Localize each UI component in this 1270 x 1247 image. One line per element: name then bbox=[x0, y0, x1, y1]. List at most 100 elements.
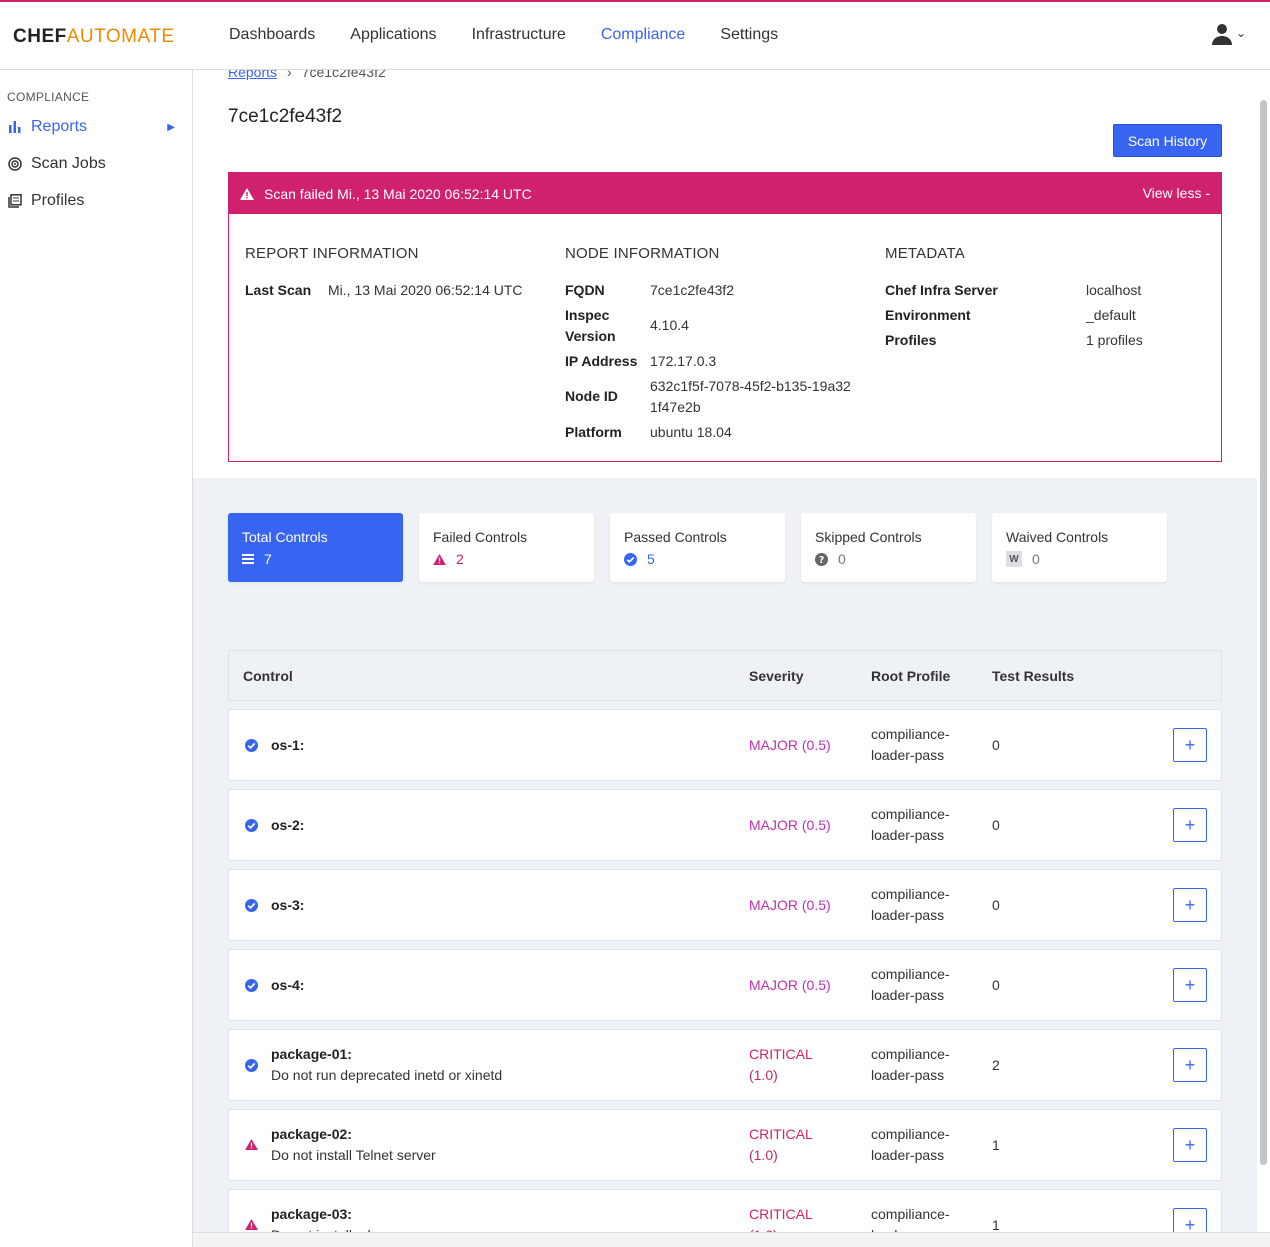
metadata: METADATA Chef Infra Server localhost Env… bbox=[885, 245, 1205, 360]
horizontal-scrollbar-track[interactable] bbox=[193, 1232, 1270, 1247]
node-id-value: 632c1f5f-7078-45f2-b135-19a32 1f47e2b bbox=[650, 378, 851, 415]
passed-controls-label: Passed Controls bbox=[624, 529, 727, 545]
severity-cell: MAJOR (0.5) bbox=[749, 976, 831, 993]
control-id: package-01: bbox=[271, 1046, 352, 1062]
scan-history-button[interactable]: Scan History bbox=[1113, 124, 1222, 157]
control-id: package-03: bbox=[271, 1206, 352, 1222]
inspec-label: Inspec Version bbox=[565, 307, 616, 344]
svg-text:?: ? bbox=[819, 555, 824, 566]
expand-row-button[interactable]: + bbox=[1173, 1048, 1207, 1082]
control-id: os-3: bbox=[271, 896, 305, 913]
user-menu[interactable]: ⌄ bbox=[1210, 22, 1250, 50]
failed-controls-card[interactable]: Failed Controls 2 bbox=[419, 513, 594, 582]
caret-right-icon: ▶ bbox=[167, 121, 175, 133]
main-nav: Dashboards Applications Infrastructure C… bbox=[229, 26, 813, 44]
test-results-cell: 0 bbox=[992, 897, 1000, 913]
top-navbar: CHEFAUTOMATE Dashboards Applications Inf… bbox=[0, 2, 1270, 70]
control-id: os-4: bbox=[271, 976, 305, 993]
chef-infra-server-label: Chef Infra Server bbox=[885, 282, 998, 298]
table-row[interactable]: os-1: MAJOR (0.5) compiliance-loader-pass 0… bbox=[228, 709, 1222, 781]
sidebar: COMPLIANCE Reports ▶ Scan Jobs Profiles bbox=[0, 70, 193, 1247]
nav-compliance[interactable]: Compliance bbox=[601, 26, 685, 44]
skipped-controls-value: 0 bbox=[838, 551, 846, 567]
radar-icon bbox=[7, 156, 23, 172]
skipped-controls-label: Skipped Controls bbox=[815, 529, 922, 545]
nav-settings[interactable]: Settings bbox=[720, 26, 778, 44]
check-circle-icon bbox=[245, 739, 258, 752]
main-content: Reports › 7ce1c2fe43f2 7ce1c2fe43f2 Scan H… bbox=[193, 70, 1257, 1247]
environment-label: Environment bbox=[885, 307, 971, 323]
skipped-controls-card[interactable]: Skipped Controls ? 0 bbox=[801, 513, 976, 582]
scan-failed-panel: Scan failed Mi., 13 Mai 2020 06:52:14 UT… bbox=[228, 172, 1222, 462]
nav-infrastructure[interactable]: Infrastructure bbox=[472, 26, 566, 44]
page-title: 7ce1c2fe43f2 bbox=[228, 106, 343, 127]
vertical-scrollbar[interactable] bbox=[1260, 100, 1267, 1165]
sidebar-item-reports[interactable]: Reports ▶ bbox=[7, 115, 187, 139]
expand-row-button[interactable]: + bbox=[1173, 1128, 1207, 1162]
last-scan-label: Last Scan bbox=[245, 282, 312, 298]
column-severity[interactable]: Severity bbox=[749, 668, 803, 684]
scan-failed-banner: Scan failed Mi., 13 Mai 2020 06:52:14 UT… bbox=[229, 173, 1221, 214]
breadcrumb-reports-link[interactable]: Reports bbox=[228, 70, 277, 80]
fqdn-label: FQDN bbox=[565, 282, 605, 298]
profiles-label: Profiles bbox=[885, 332, 937, 348]
table-row[interactable]: os-2: MAJOR (0.5) compiliance-loader-pass 0… bbox=[228, 789, 1222, 861]
passed-controls-value: 5 bbox=[647, 551, 655, 567]
total-controls-label: Total Controls bbox=[242, 529, 328, 545]
sidebar-item-scan-jobs[interactable]: Scan Jobs bbox=[7, 152, 187, 176]
warning-icon bbox=[433, 553, 446, 565]
table-row[interactable]: os-3: MAJOR (0.5) compiliance-loader-pass 0… bbox=[228, 869, 1222, 941]
control-cell: package-01: Do not run deprecated inetd o… bbox=[271, 1030, 502, 1100]
expand-row-button[interactable]: + bbox=[1173, 968, 1207, 1002]
severity-cell: CRITICAL(1.0) bbox=[749, 1126, 813, 1163]
sidebar-item-label: Scan Jobs bbox=[31, 155, 106, 172]
column-control[interactable]: Control bbox=[243, 668, 293, 684]
test-results-cell: 0 bbox=[992, 737, 1000, 753]
view-less-toggle[interactable]: View less - bbox=[1143, 185, 1210, 201]
severity-cell: MAJOR (0.5) bbox=[749, 816, 831, 833]
check-circle-icon bbox=[245, 899, 258, 912]
sidebar-item-profiles[interactable]: Profiles bbox=[7, 189, 187, 213]
waived-controls-label: Waived Controls bbox=[1006, 529, 1109, 545]
chevron-down-icon: ⌄ bbox=[1236, 26, 1247, 40]
expand-row-button[interactable]: + bbox=[1173, 888, 1207, 922]
control-cell: os-2: bbox=[271, 790, 304, 860]
list-icon bbox=[242, 554, 254, 564]
control-id: os-1: bbox=[271, 736, 305, 753]
bar-chart-icon bbox=[7, 119, 23, 135]
test-results-cell: 1 bbox=[992, 1137, 1000, 1153]
check-circle-icon bbox=[245, 819, 258, 832]
node-information: NODE INFORMATION FQDN 7ce1c2fe43f2 Inspe… bbox=[565, 245, 875, 460]
test-results-cell: 2 bbox=[992, 1057, 1000, 1073]
control-id: os-2: bbox=[271, 816, 305, 833]
sidebar-heading: COMPLIANCE bbox=[7, 90, 90, 104]
column-test-results[interactable]: Test Results bbox=[992, 668, 1074, 684]
sidebar-item-label: Reports bbox=[31, 118, 88, 135]
expand-row-button[interactable]: + bbox=[1173, 728, 1207, 762]
library-icon bbox=[7, 193, 23, 209]
controls-table-header: Control Severity Root Profile Test Resul… bbox=[228, 650, 1222, 701]
root-profile-cell: compiliance-loader-pass bbox=[871, 966, 950, 1003]
breadcrumb-separator: › bbox=[287, 70, 292, 80]
expand-row-button[interactable]: + bbox=[1173, 808, 1207, 842]
passed-controls-card[interactable]: Passed Controls 5 bbox=[610, 513, 785, 582]
table-row[interactable]: package-02: Do not install Telnet server C… bbox=[228, 1109, 1222, 1181]
table-row[interactable]: os-4: MAJOR (0.5) compiliance-loader-pass 0… bbox=[228, 949, 1222, 1021]
question-circle-icon: ? bbox=[815, 552, 828, 566]
chef-automate-logo[interactable]: CHEFAUTOMATE bbox=[13, 26, 175, 48]
table-row[interactable]: package-01: Do not run deprecated inetd o… bbox=[228, 1029, 1222, 1101]
waived-controls-card[interactable]: Waived Controls W0 bbox=[992, 513, 1167, 582]
metadata-heading: METADATA bbox=[885, 245, 965, 262]
report-information: REPORT INFORMATION Last Scan Mi., 13 Mai… bbox=[245, 245, 555, 310]
root-profile-cell: compiliance-loader-pass bbox=[871, 726, 950, 763]
total-controls-card[interactable]: Total Controls 7 bbox=[228, 513, 403, 582]
nav-dashboards[interactable]: Dashboards bbox=[229, 26, 315, 44]
column-root-profile[interactable]: Root Profile bbox=[871, 668, 950, 684]
failed-controls-label: Failed Controls bbox=[433, 529, 528, 545]
control-cell: os-1: bbox=[271, 710, 304, 780]
nav-applications[interactable]: Applications bbox=[350, 26, 436, 44]
warning-icon bbox=[240, 187, 254, 200]
breadcrumb-current: 7ce1c2fe43f2 bbox=[301, 70, 386, 80]
severity-cell: MAJOR (0.5) bbox=[749, 896, 831, 913]
failed-controls-value: 2 bbox=[456, 551, 464, 567]
